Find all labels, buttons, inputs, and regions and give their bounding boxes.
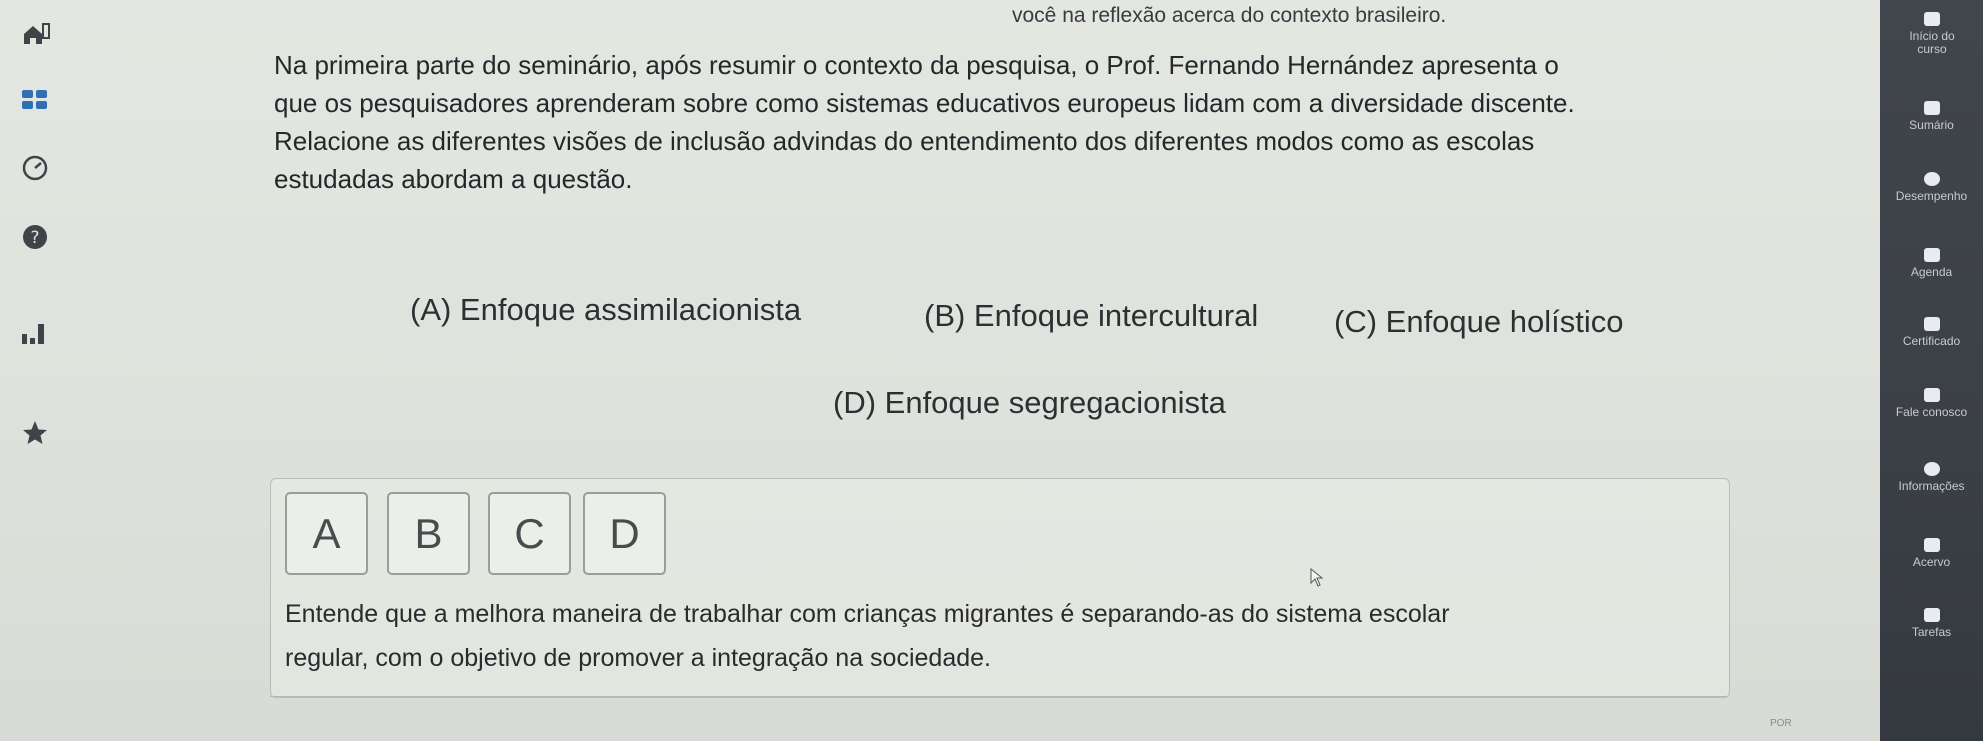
option-b: (B) Enfoque intercultural	[924, 298, 1259, 333]
sidebar-item-agenda[interactable]: Agenda	[1880, 248, 1983, 279]
answer-button-b[interactable]: B	[387, 492, 470, 575]
sidebar-item-label: Acervo	[1912, 555, 1951, 569]
sidebar-item-label: Desempenho	[1895, 189, 1968, 203]
info-icon	[1923, 462, 1940, 476]
sidebar-item-informacoes[interactable]: Informações	[1880, 462, 1983, 493]
sidebar-item-label: Agenda	[1910, 265, 1953, 279]
performance-icon	[1923, 172, 1940, 186]
sidebar-item-tarefas[interactable]: Tarefas	[1880, 608, 1983, 639]
chat-icon	[1923, 388, 1940, 402]
library-icon	[1923, 538, 1940, 552]
home-icon	[1923, 12, 1940, 26]
course-sidebar: Início do curso Sumário Desempenho Agend…	[1880, 0, 1983, 741]
home-icon[interactable]	[20, 18, 50, 48]
sidebar-item-fale-conosco[interactable]: Fale conosco	[1880, 388, 1983, 419]
answer-button-c[interactable]: C	[488, 492, 571, 575]
question-line: Relacione as diferentes visões de inclus…	[274, 126, 1535, 156]
next-panel-edge	[270, 696, 1728, 737]
list-icon	[1923, 101, 1940, 115]
question-text: Na primeira parte do seminário, após res…	[274, 46, 1704, 198]
sidebar-item-sumario[interactable]: Sumário	[1880, 101, 1983, 132]
option-c: (C) Enfoque holístico	[1334, 304, 1624, 339]
option-a: (A) Enfoque assimilacionista	[410, 292, 802, 327]
question-line: estudadas abordam a questão.	[274, 164, 633, 194]
sidebar-item-label: Sumário	[1909, 118, 1954, 132]
left-rail: ?	[0, 0, 90, 741]
sidebar-item-label: Informações	[1898, 479, 1965, 493]
statement-text: Entende que a melhora maneira de trabalh…	[285, 592, 1705, 680]
clock-icon[interactable]	[20, 153, 50, 183]
tasks-icon	[1923, 608, 1940, 622]
answer-button-d[interactable]: D	[583, 492, 666, 575]
sidebar-item-acervo[interactable]: Acervo	[1880, 538, 1983, 569]
sidebar-item-inicio[interactable]: Início do curso	[1880, 12, 1983, 56]
mouse-cursor-icon	[1310, 568, 1324, 587]
grid-icon[interactable]	[20, 86, 50, 116]
sidebar-item-label: Certificado	[1902, 334, 1961, 348]
svg-text:?: ?	[30, 228, 39, 248]
help-icon[interactable]: ?	[20, 222, 50, 252]
answer-button-a[interactable]: A	[285, 492, 368, 575]
chart-icon[interactable]	[20, 318, 50, 348]
sidebar-item-label: Início do curso	[1909, 29, 1955, 56]
taskbar-language[interactable]: POR	[1770, 718, 1792, 729]
statement-line: Entende que a melhora maneira de trabalh…	[285, 600, 1450, 628]
statement-line: regular, com o objetivo de promover a in…	[285, 644, 991, 672]
sidebar-item-label: Tarefas	[1911, 625, 1952, 639]
question-line: que os pesquisadores aprenderam sobre co…	[274, 88, 1575, 118]
previous-text-fragment: você na reflexão acerca do contexto bras…	[1012, 4, 1447, 27]
sidebar-item-desempenho[interactable]: Desempenho	[1880, 172, 1983, 203]
question-line: Na primeira parte do seminário, após res…	[274, 50, 1559, 80]
sidebar-item-certificado[interactable]: Certificado	[1880, 317, 1983, 348]
calendar-icon	[1923, 248, 1940, 262]
star-icon[interactable]	[20, 418, 50, 448]
sidebar-item-label: Fale conosco	[1895, 405, 1968, 419]
option-d: (D) Enfoque segregacionista	[833, 385, 1226, 420]
certificate-icon	[1923, 317, 1940, 331]
